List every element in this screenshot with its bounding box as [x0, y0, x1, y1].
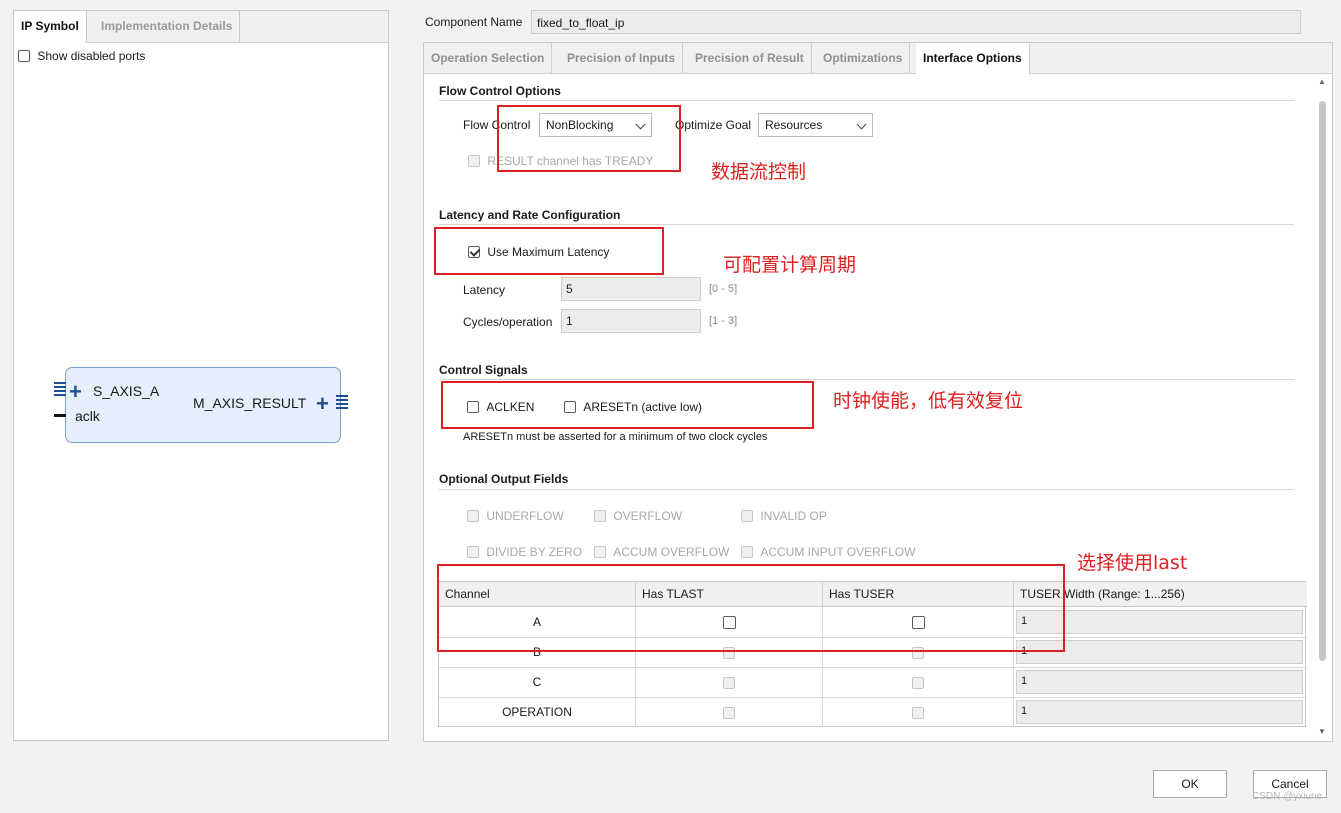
optimize-goal-value: Resources [765, 118, 823, 132]
watermark: CSDN @yxiune [1252, 791, 1323, 802]
divider [439, 224, 1294, 225]
accum-input-overflow-row: ACCUM INPUT OVERFLOW [741, 544, 915, 559]
overflow-label: OVERFLOW [613, 508, 683, 523]
annotation-box-latency [434, 227, 664, 275]
divider [439, 379, 1294, 380]
bus-connector-icon [336, 395, 348, 409]
latency-range: [0 - 5] [709, 283, 738, 295]
expand-port-icon[interactable]: + [69, 381, 82, 403]
aresetn-note: ARESETn must be asserted for a minimum o… [463, 431, 768, 443]
component-name-label: Component Name [425, 15, 523, 29]
expand-port-icon[interactable]: + [316, 393, 329, 415]
tuser-checkbox-c [912, 676, 924, 689]
clock-pin [54, 414, 66, 417]
vertical-scrollbar[interactable]: ▲ ▼ [1316, 73, 1328, 739]
show-disabled-ports-checkbox[interactable] [18, 49, 30, 62]
tuser-width-field: 1 [1016, 670, 1303, 694]
port-s-axis-a: S_AXIS_A [93, 383, 160, 399]
cycles-label: Cycles/operation [463, 315, 553, 329]
accum-overflow-checkbox [594, 545, 606, 558]
annotation-box-tlast [437, 564, 1065, 652]
port-m-axis-result: M_AXIS_RESULT [193, 395, 307, 411]
divide-by-zero-row: DIVIDE BY ZERO [467, 544, 582, 559]
underflow-checkbox [467, 509, 479, 522]
channel-cell: C [439, 667, 636, 697]
channel-cell: OPERATION [439, 697, 636, 727]
ip-symbol-panel: IP Symbol Implementation Details Show di… [13, 10, 389, 741]
latency-section-title: Latency and Rate Configuration [439, 208, 621, 222]
component-name-field[interactable]: fixed_to_float_ip [531, 10, 1301, 34]
tready-checkbox [468, 154, 480, 167]
tlast-checkbox-c [723, 676, 735, 689]
annotation-box-control [441, 381, 814, 429]
tab-ip-symbol[interactable]: IP Symbol [14, 11, 87, 43]
table-row: C 1 [439, 667, 1307, 698]
annotation-flow: 数据流控制 [711, 161, 807, 183]
tab-operation-selection[interactable]: Operation Selection [424, 43, 553, 73]
underflow-row: UNDERFLOW [467, 508, 564, 523]
latency-label: Latency [463, 283, 506, 297]
optimize-goal-dropdown[interactable]: Resources [758, 113, 873, 137]
left-tab-bar: IP Symbol Implementation Details [14, 11, 388, 43]
divide-by-zero-label: DIVIDE BY ZERO [486, 544, 583, 559]
accum-input-overflow-label: ACCUM INPUT OVERFLOW [760, 544, 916, 559]
annotation-latency: 可配置计算周期 [723, 254, 857, 276]
tlast-cell [636, 667, 823, 697]
ok-button[interactable]: OK [1153, 770, 1227, 798]
underflow-label: UNDERFLOW [486, 508, 564, 523]
accum-input-overflow-checkbox [741, 545, 753, 558]
annotation-box-flow [497, 105, 681, 172]
accum-overflow-label: ACCUM OVERFLOW [613, 544, 730, 559]
tuser-cell [823, 667, 1014, 697]
invalid-op-row: INVALID OP [741, 508, 827, 523]
table-row: OPERATION 1 [439, 697, 1307, 727]
invalid-op-checkbox [741, 509, 753, 522]
tuser-width-field: 1 [1016, 700, 1303, 724]
tab-implementation-details[interactable]: Implementation Details [94, 11, 241, 42]
annotation-tlast: 选择使用last [1077, 552, 1188, 574]
tlast-cell [636, 697, 823, 727]
tlast-checkbox-operation [723, 706, 735, 719]
scroll-down-icon[interactable]: ▼ [1318, 727, 1326, 736]
show-disabled-ports-label: Show disabled ports [37, 48, 146, 63]
chevron-down-icon [856, 119, 867, 130]
config-tab-bar: Operation Selection Precision of Inputs … [424, 43, 1332, 74]
accum-overflow-row: ACCUM OVERFLOW [594, 544, 729, 559]
flow-control-section-title: Flow Control Options [439, 84, 561, 98]
overflow-checkbox [594, 509, 606, 522]
divide-by-zero-checkbox [467, 545, 479, 558]
show-disabled-ports-row[interactable]: Show disabled ports [18, 48, 145, 63]
tab-interface-options[interactable]: Interface Options [916, 43, 1030, 74]
tuser-checkbox-operation [912, 706, 924, 719]
tab-optimizations[interactable]: Optimizations [816, 43, 911, 73]
optimize-goal-label: Optimize Goal [675, 118, 752, 132]
bus-connector-icon [54, 382, 66, 396]
scroll-thumb[interactable] [1319, 101, 1326, 661]
port-aclk: aclk [75, 408, 100, 424]
cycles-field: 1 [561, 309, 701, 333]
cycles-range: [1 - 3] [709, 315, 738, 327]
scroll-up-icon[interactable]: ▲ [1318, 77, 1326, 86]
overflow-row: OVERFLOW [594, 508, 682, 523]
invalid-op-label: INVALID OP [760, 508, 827, 523]
latency-field: 5 [561, 277, 701, 301]
tuser-cell [823, 697, 1014, 727]
optional-fields-section-title: Optional Output Fields [439, 472, 569, 486]
annotation-control: 时钟使能，低有效复位 [833, 390, 1024, 412]
tab-precision-of-result[interactable]: Precision of Result [688, 43, 812, 73]
divider [439, 489, 1294, 490]
control-signals-section-title: Control Signals [439, 363, 528, 377]
divider [439, 100, 1294, 101]
tab-precision-of-inputs[interactable]: Precision of Inputs [560, 43, 684, 73]
